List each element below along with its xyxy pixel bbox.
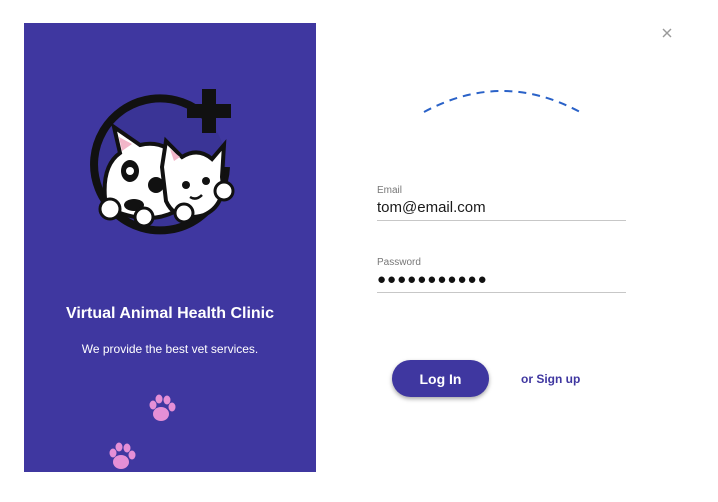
pet-clinic-logo-icon	[86, 87, 238, 237]
email-input[interactable]	[377, 197, 626, 221]
password-input[interactable]	[377, 269, 626, 293]
brand-panel: Virtual Animal Health Clinic We provide …	[24, 23, 316, 472]
close-icon[interactable]	[658, 24, 676, 42]
paw-print-icon	[106, 441, 138, 472]
login-button[interactable]: Log In	[392, 360, 489, 397]
signup-link[interactable]: or Sign up	[521, 372, 580, 386]
password-label: Password	[377, 257, 421, 268]
email-label: Email	[377, 185, 403, 196]
loading-arc-icon	[418, 84, 586, 118]
password-field: Password	[377, 257, 626, 293]
paw-print-icon	[146, 393, 178, 430]
clinic-tagline: We provide the best vet services.	[81, 342, 259, 356]
clinic-name: Virtual Animal Health Clinic	[65, 305, 275, 322]
email-field: Email	[377, 185, 626, 221]
